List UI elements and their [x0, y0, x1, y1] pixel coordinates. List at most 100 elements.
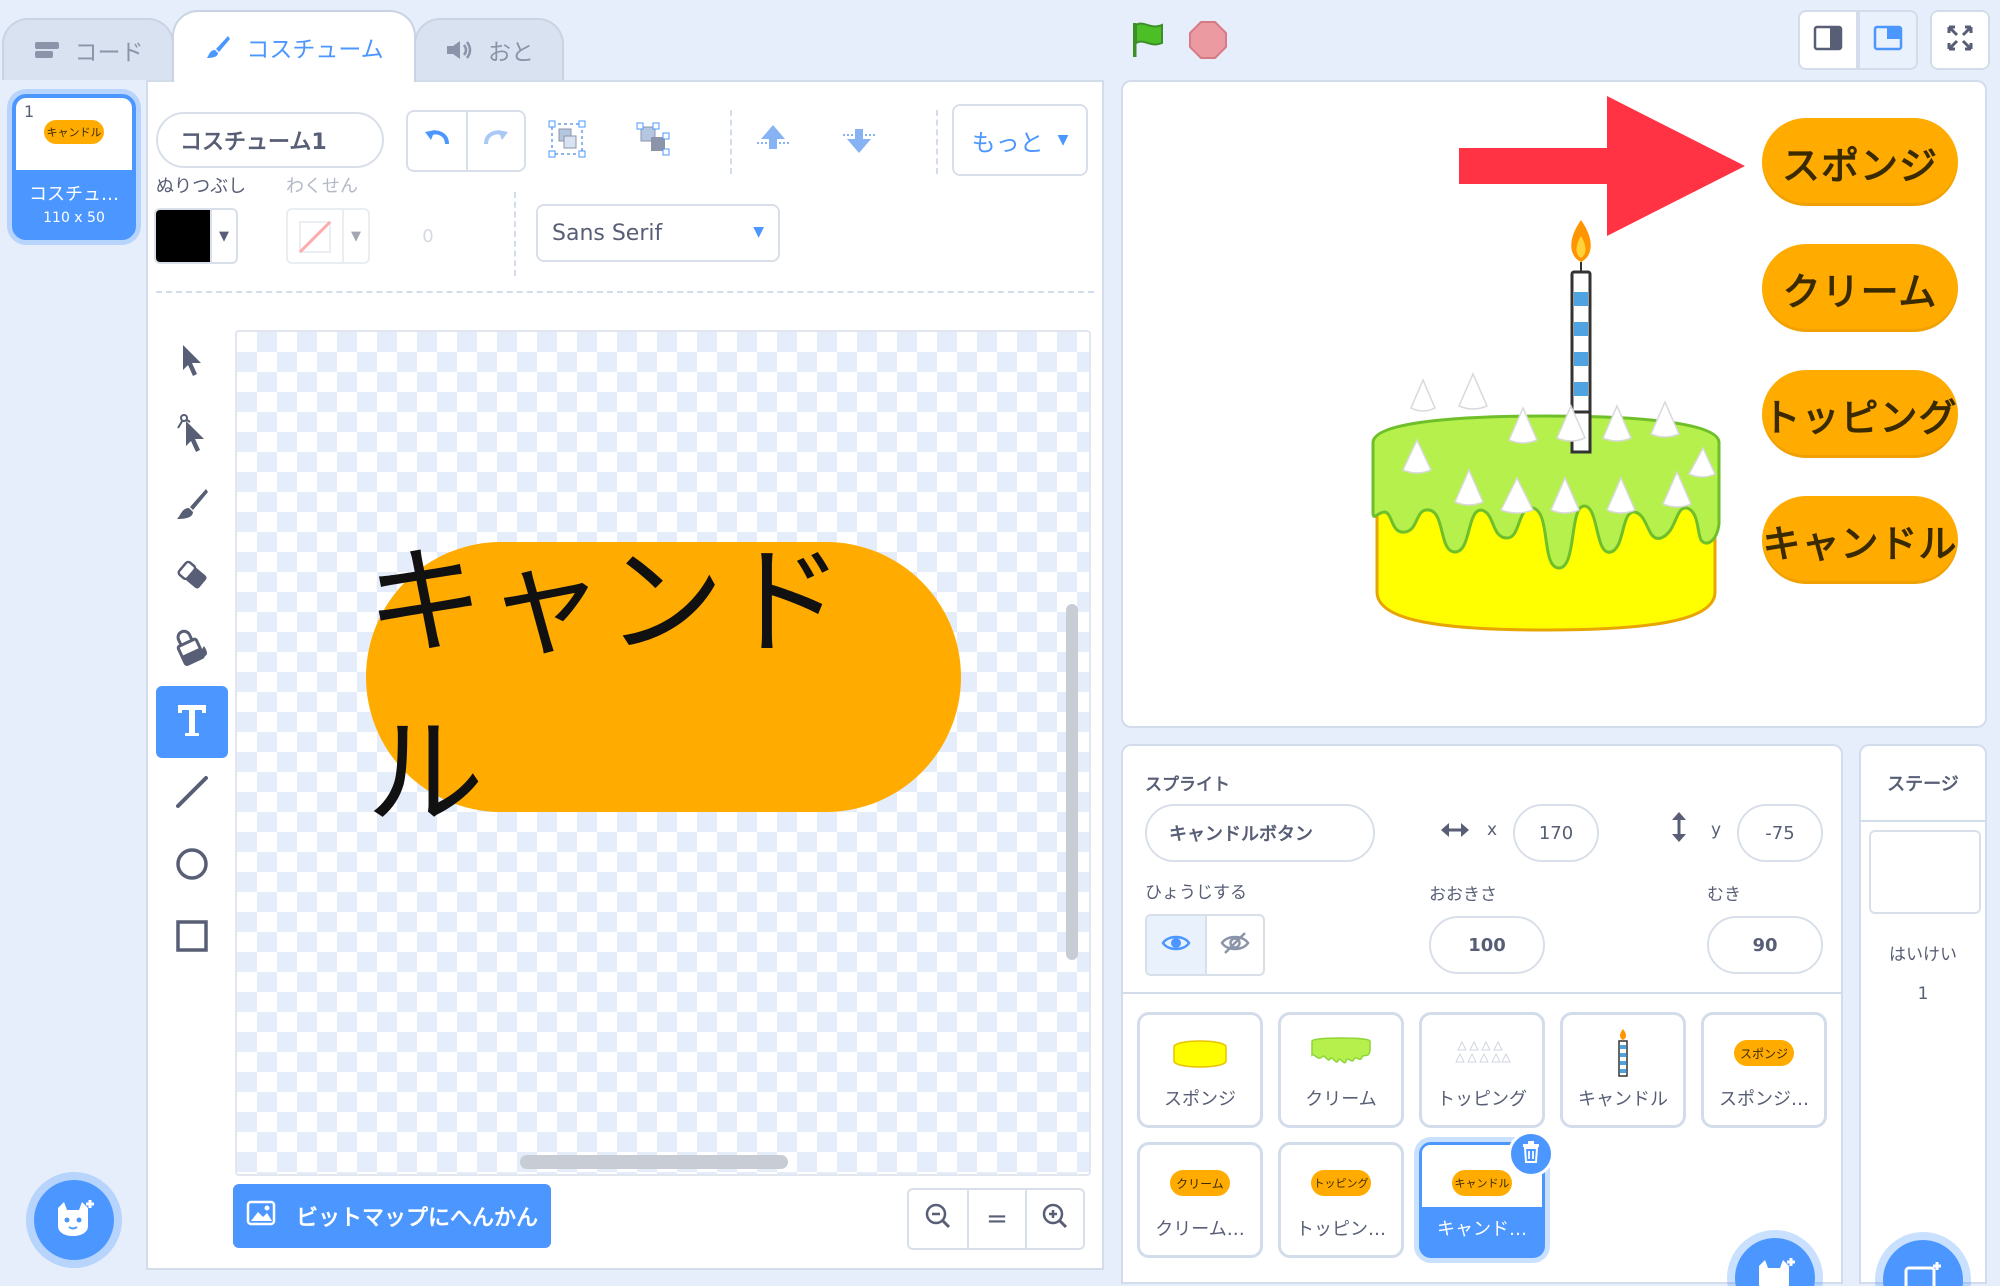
direction-input[interactable]: 90	[1707, 916, 1823, 974]
group-button[interactable]	[538, 112, 596, 170]
tab-code[interactable]: コード	[2, 18, 174, 80]
cat-add-icon	[52, 1198, 96, 1242]
choose-sprite-button[interactable]	[1735, 1238, 1815, 1286]
small-stage-button[interactable]	[1798, 10, 1858, 70]
stop-icon[interactable]	[1186, 18, 1230, 62]
undo-icon	[423, 128, 451, 154]
y-value: -75	[1765, 822, 1795, 844]
stage-button-sponge[interactable]: スポンジ	[1762, 118, 1958, 206]
green-flag-icon[interactable]	[1126, 18, 1170, 62]
costume-shape[interactable]: キャンドル	[366, 533, 961, 842]
fullscreen-button[interactable]	[1930, 10, 1990, 70]
backward-button[interactable]	[830, 112, 888, 170]
backdrops-label: はいけい	[1889, 945, 1957, 965]
y-input[interactable]: -75	[1737, 804, 1823, 862]
ungroup-button[interactable]	[624, 112, 682, 170]
sprite-name-input[interactable]: キャンドルボタン	[1145, 804, 1375, 862]
caret-down-icon: ▼	[753, 224, 764, 240]
horizontal-scrollbar[interactable]	[520, 1155, 788, 1169]
sponge-button-thumbnail: スポンジ	[1704, 1025, 1824, 1081]
more-button[interactable]: もっと ▼	[952, 104, 1088, 176]
stage-button-cream[interactable]: クリーム	[1762, 244, 1958, 332]
stage-target-panel[interactable]: ステージ はいけい 1	[1859, 744, 1987, 1286]
stage-button-topping[interactable]: トッピング	[1762, 370, 1958, 458]
sprite-item-topping-button[interactable]: トッピング トッピン…	[1278, 1142, 1404, 1258]
costume-name-value: コスチューム1	[180, 130, 327, 155]
tab-costumes[interactable]: コスチューム	[172, 10, 416, 82]
fill-label: ぬりつぶし	[156, 176, 247, 197]
reshape-tool[interactable]	[156, 398, 228, 470]
fill-color-picker[interactable]: ▼	[154, 208, 238, 264]
costume-name-input[interactable]: コスチューム1	[156, 112, 384, 168]
brush-icon	[174, 486, 210, 526]
toolbar-divider-2	[936, 110, 938, 174]
sprite-item-cream-button[interactable]: クリーム クリーム…	[1137, 1142, 1263, 1258]
outline-width-input[interactable]: 0	[384, 216, 472, 256]
line-tool[interactable]	[156, 758, 228, 830]
sprite-item-sponge[interactable]: スポンジ	[1137, 1012, 1263, 1128]
small-stage-icon	[1813, 25, 1843, 55]
sprite-item-candle[interactable]: キャンドル	[1560, 1012, 1686, 1128]
sprite-item-sponge-button[interactable]: スポンジ スポンジ…	[1701, 1012, 1827, 1128]
rectangle-tool[interactable]	[156, 902, 228, 974]
direction-label: むき	[1707, 885, 1741, 905]
redo-button[interactable]	[466, 112, 524, 170]
backdrops-count: 1	[1917, 984, 1929, 1004]
sprite-item-cream[interactable]: クリーム	[1278, 1012, 1404, 1128]
image-icon	[246, 1200, 276, 1232]
delete-sprite-button[interactable]	[1508, 1131, 1554, 1177]
vertical-scrollbar[interactable]	[1066, 604, 1078, 960]
font-select[interactable]: Sans Serif ▼	[536, 204, 780, 262]
choose-costume-button[interactable]	[34, 1180, 114, 1260]
size-value: 100	[1468, 934, 1506, 956]
y-label: y	[1711, 820, 1722, 840]
stage-thumbnail[interactable]	[1869, 830, 1981, 914]
hide-button[interactable]	[1205, 916, 1263, 974]
costume-thumb-pill: キャンドル	[44, 120, 104, 144]
normal-stage-button[interactable]	[1858, 10, 1918, 70]
mini-pill-text: スポンジ	[1739, 1046, 1788, 1061]
undo-button[interactable]	[408, 112, 466, 170]
sprite-section-label: スプライト	[1145, 775, 1230, 795]
costume-item[interactable]: 1 キャンドル コスチュ… 110 x 50	[12, 94, 136, 240]
zoom-out-button[interactable]	[909, 1190, 967, 1248]
sprite-item-topping[interactable]: トッピング	[1419, 1012, 1545, 1128]
paint-editor: コスチューム1 もっと ▼ ぬりつぶし ▼ わくせん ▼ 0 Sans Seri…	[148, 80, 1104, 1270]
circle-tool[interactable]	[156, 830, 228, 902]
costume-number: 1	[24, 102, 35, 121]
zoom-in-button[interactable]	[1025, 1190, 1083, 1248]
text-tool[interactable]	[156, 686, 228, 758]
sprite-item-candle-button[interactable]: キャンドル キャンド…	[1419, 1131, 1554, 1258]
brush-tool[interactable]	[156, 470, 228, 542]
stage-button-label: キャンドル	[1762, 521, 1958, 566]
show-button[interactable]	[1147, 916, 1205, 974]
trash-icon	[1520, 1140, 1542, 1168]
fill-tool[interactable]	[156, 614, 228, 686]
outline-color-picker[interactable]: ▼	[286, 208, 370, 264]
size-input[interactable]: 100	[1429, 916, 1545, 974]
choose-backdrop-button[interactable]	[1883, 1240, 1963, 1286]
costume-text[interactable]: キャンドル	[366, 506, 961, 848]
toolbar-divider-3	[514, 192, 516, 276]
caret-down-icon: ▼	[210, 210, 236, 262]
topping-thumbnail	[1422, 1025, 1542, 1081]
cake-sprite[interactable]	[1363, 212, 1753, 672]
eraser-tool[interactable]	[156, 542, 228, 614]
sprite-label: トッピング	[1437, 1089, 1527, 1110]
outline-label: わくせん	[286, 176, 358, 197]
zoom-reset-button[interactable]: =	[967, 1190, 1025, 1248]
paint-canvas[interactable]: キャンドル	[235, 330, 1091, 1176]
convert-to-bitmap-button[interactable]: ビットマップにへんかん	[233, 1184, 551, 1248]
outline-width-value: 0	[422, 225, 434, 247]
stage[interactable]: スポンジ クリーム トッピング キャンドル	[1121, 80, 1987, 728]
stage-header: ステージ	[1861, 746, 1985, 822]
tab-sounds[interactable]: おと	[414, 18, 564, 80]
normal-stage-icon	[1873, 25, 1903, 55]
forward-button[interactable]	[744, 112, 802, 170]
cream-button-thumbnail: クリーム	[1140, 1155, 1260, 1211]
select-tool[interactable]	[156, 326, 228, 398]
speaker-icon	[444, 38, 474, 62]
x-input[interactable]: 170	[1513, 804, 1599, 862]
costume-list: 1 キャンドル コスチュ… 110 x 50	[0, 80, 148, 1270]
stage-button-candle[interactable]: キャンドル	[1762, 496, 1958, 584]
